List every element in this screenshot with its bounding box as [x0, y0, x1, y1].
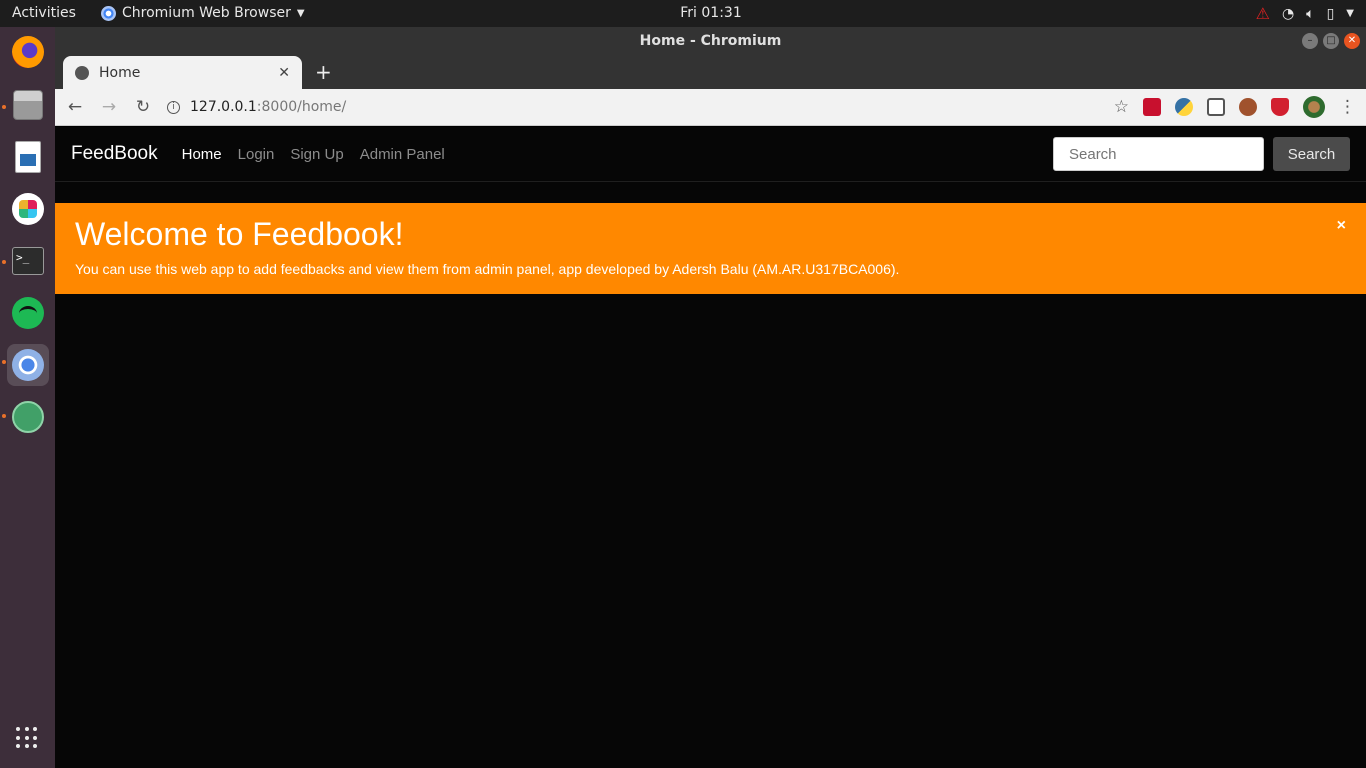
system-menu-caret-icon[interactable]: ▼ — [1346, 8, 1354, 19]
search-input[interactable] — [1053, 137, 1264, 171]
maximize-button[interactable]: □ — [1323, 33, 1339, 49]
browser-window: Home - Chromium – □ ✕ Home ✕ + ← → ↻ i 1… — [55, 27, 1366, 768]
nav-link-admin-panel[interactable]: Admin Panel — [360, 146, 445, 163]
running-indicator — [2, 414, 6, 418]
welcome-alert: Welcome to Feedbook! You can use this we… — [55, 203, 1366, 294]
dock-chromium[interactable] — [7, 344, 49, 386]
slack-icon — [12, 193, 44, 225]
alert-close-icon[interactable]: × — [1337, 217, 1346, 235]
volume-icon[interactable]: 🔈︎ — [1306, 6, 1314, 22]
close-window-button[interactable]: ✕ — [1344, 33, 1360, 49]
window-title: Home - Chromium — [639, 33, 782, 49]
window-titlebar[interactable]: Home - Chromium – □ ✕ — [55, 27, 1366, 55]
running-indicator — [2, 360, 6, 364]
profile-avatar[interactable] — [1303, 96, 1325, 118]
nav-links: Home Login Sign Up Admin Panel — [182, 146, 445, 163]
minimize-button[interactable]: – — [1302, 33, 1318, 49]
extension-red-icon[interactable] — [1143, 98, 1161, 116]
system-top-bar: Activities Chromium Web Browser ▼ Fri 01… — [0, 0, 1366, 27]
running-indicator — [2, 105, 6, 109]
dock-firefox[interactable] — [7, 31, 49, 73]
dock-files[interactable] — [7, 84, 49, 126]
dock: >_ — [0, 27, 55, 768]
battery-icon[interactable]: ▯ — [1327, 6, 1335, 22]
new-tab-button[interactable]: + — [315, 60, 332, 84]
site-brand[interactable]: FeedBook — [71, 143, 158, 165]
extensions-area: ☆ ⋮ — [1114, 96, 1356, 118]
alert-message: You can use this web app to add feedback… — [75, 261, 900, 277]
firefox-icon — [12, 36, 44, 68]
info-icon[interactable]: i — [167, 100, 180, 114]
forward-icon[interactable]: → — [99, 97, 119, 117]
warning-icon[interactable]: ⚠ — [1256, 4, 1270, 23]
atom-icon — [12, 401, 44, 433]
dock-writer[interactable] — [7, 136, 49, 178]
files-icon — [13, 90, 43, 120]
menu-kebab-icon[interactable]: ⋮ — [1339, 97, 1356, 117]
reload-icon[interactable]: ↻ — [133, 97, 153, 117]
wifi-icon[interactable]: ◔ — [1282, 6, 1294, 22]
dock-spotify[interactable] — [7, 292, 49, 334]
browser-toolbar: ← → ↻ i 127.0.0.1:8000/home/ ☆ ⋮ — [55, 89, 1366, 126]
search-button[interactable]: Search — [1273, 137, 1350, 171]
page-content: FeedBook Home Login Sign Up Admin Panel … — [55, 127, 1366, 768]
address-bar[interactable]: i 127.0.0.1:8000/home/ — [167, 93, 1100, 121]
search-form: Search — [1053, 137, 1350, 171]
clock[interactable]: Fri 01:31 — [0, 5, 1366, 21]
tab-home[interactable]: Home ✕ — [63, 56, 302, 89]
spotify-icon — [12, 297, 44, 329]
tab-title: Home — [99, 64, 141, 81]
cookie-extension-icon[interactable] — [1239, 98, 1257, 116]
dock-atom[interactable] — [7, 396, 49, 438]
alert-heading: Welcome to Feedbook! — [75, 216, 404, 252]
bookmark-star-icon[interactable]: ☆ — [1114, 97, 1129, 117]
url-path: :8000/home/ — [256, 99, 347, 115]
nav-link-sign-up[interactable]: Sign Up — [290, 146, 343, 163]
nav-link-login[interactable]: Login — [238, 146, 275, 163]
dock-terminal[interactable]: >_ — [7, 240, 49, 282]
url-host: 127.0.0.1 — [190, 99, 257, 115]
tab-strip: Home ✕ + — [55, 55, 1366, 89]
globe-icon — [75, 65, 89, 80]
dock-slack[interactable] — [7, 188, 49, 230]
chromium-icon — [12, 349, 44, 381]
document-writer-icon — [15, 141, 41, 173]
site-navbar: FeedBook Home Login Sign Up Admin Panel … — [55, 127, 1366, 182]
python-extension-icon[interactable] — [1175, 98, 1193, 116]
shield-extension-icon[interactable] — [1271, 98, 1289, 116]
screenshot-extension-icon[interactable] — [1207, 98, 1225, 116]
nav-link-home[interactable]: Home — [182, 146, 222, 163]
back-icon[interactable]: ← — [65, 97, 85, 117]
show-applications-icon[interactable] — [16, 727, 38, 749]
close-tab-icon[interactable]: ✕ — [278, 65, 290, 81]
running-indicator — [2, 260, 6, 264]
system-tray[interactable]: ⚠ ◔ 🔈︎ ▯ ▼ — [1256, 4, 1354, 23]
terminal-icon: >_ — [12, 247, 44, 275]
